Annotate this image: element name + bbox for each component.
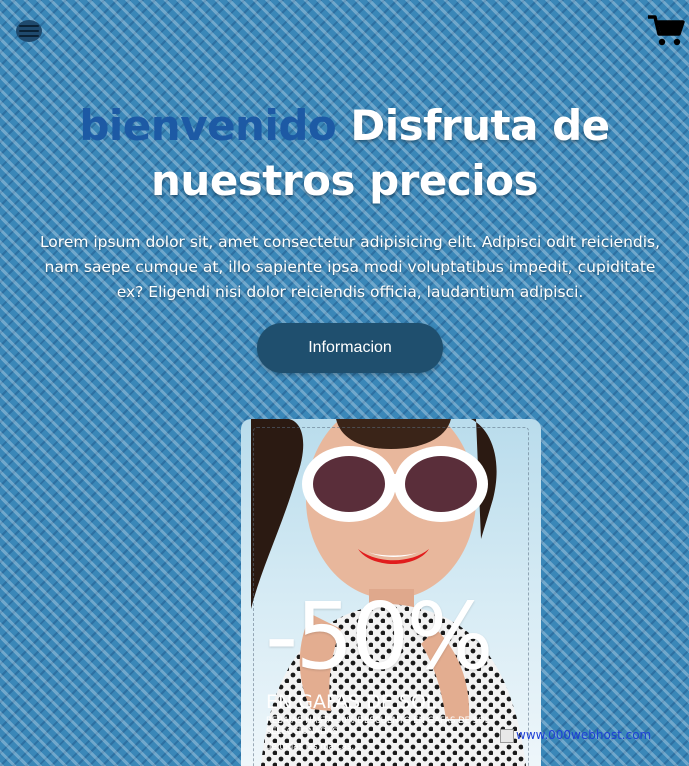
hero-title-line2: nuestros precios — [151, 156, 538, 205]
hero-title-line1: Disfruta de — [336, 101, 610, 150]
promo-subline: REBAJAS HASTA 50% DESCUENTO EN GAFAS DE … — [266, 716, 490, 737]
hamburger-icon — [19, 25, 39, 27]
promo-banner[interactable]: -50% EN GAFAS DE SOL REBAJAS HASTA 50% D… — [241, 419, 541, 766]
menu-button[interactable] — [16, 20, 42, 42]
promo-small-text: de todas las marcas... — [266, 742, 360, 752]
hero-title-accent: bienvenido — [79, 101, 337, 150]
hero-description: Lorem ipsum dolor sit, amet consectetur … — [39, 233, 661, 301]
shopping-cart-icon[interactable] — [647, 14, 685, 48]
webhost-link-text: www.000webhost.com — [516, 728, 652, 742]
promo-headline: EN GAFAS DE SOL — [266, 691, 437, 713]
info-button[interactable]: Informacion — [257, 323, 443, 373]
broken-image-icon — [500, 728, 514, 743]
discount-percent: -50% — [265, 583, 494, 690]
webhost-link[interactable]: www.000webhost.com — [500, 728, 651, 743]
hero-title: bienvenido Disfruta de nuestros precios — [0, 98, 689, 208]
